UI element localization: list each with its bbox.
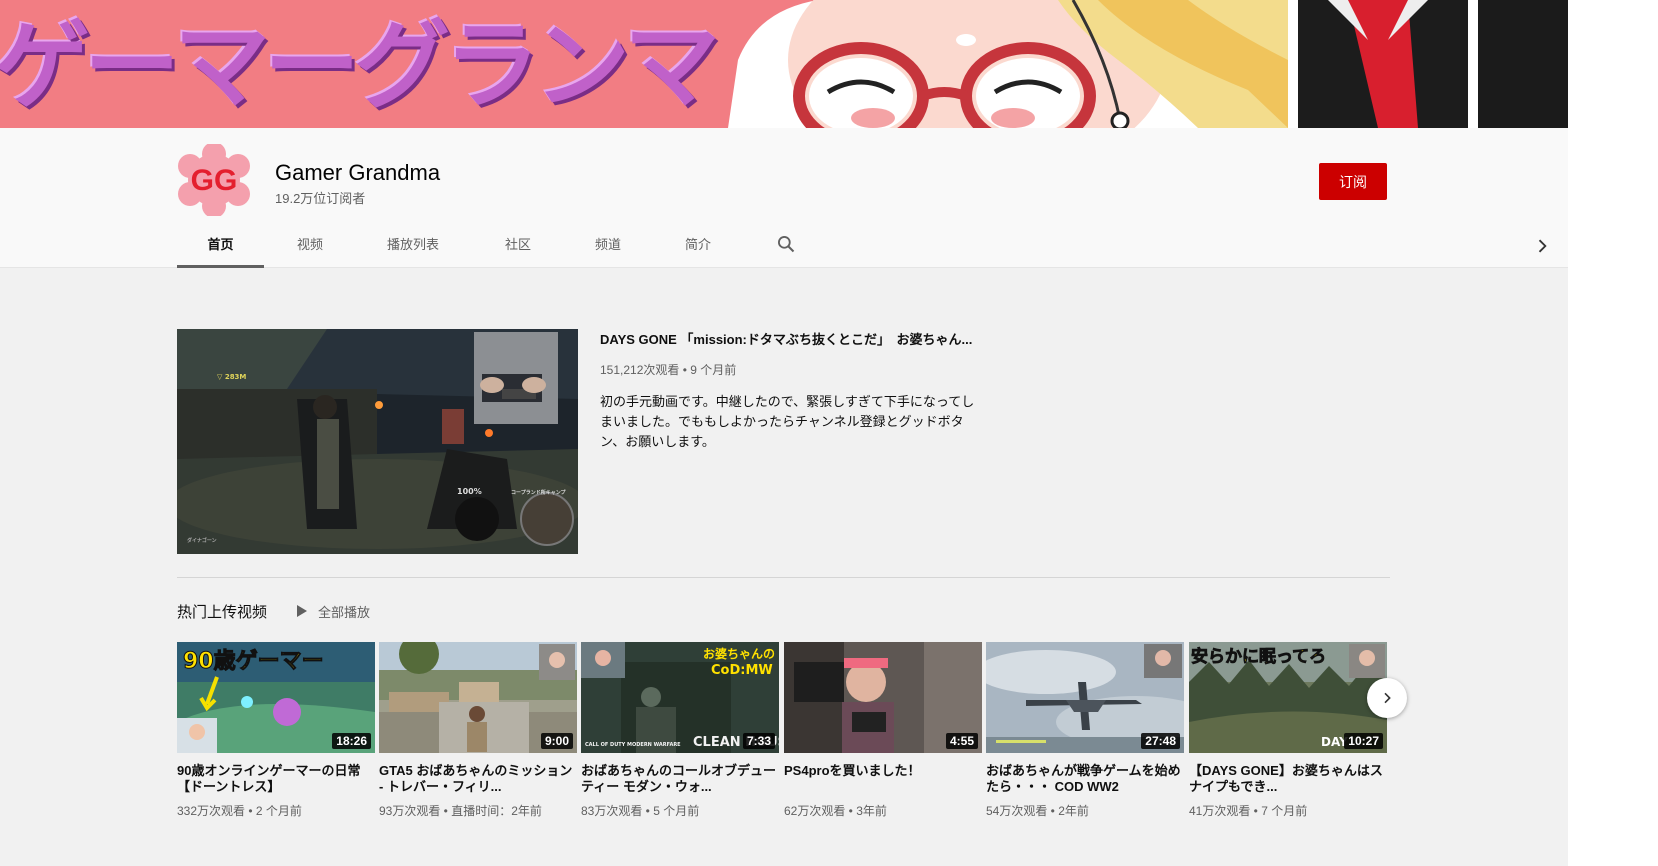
video-card[interactable]: 90歳ゲーマー 18:26 90歳オンラインゲーマーの日常【ドーントレス】 33… <box>177 642 375 819</box>
play-all-button[interactable]: 全部播放 <box>296 601 370 621</box>
video-meta: 54万次观看 • 2年前 <box>986 804 1089 818</box>
video-duration: 9:00 <box>540 733 573 749</box>
avatar[interactable]: GG <box>178 144 250 216</box>
featured-video-meta: 151,212次观看 • 9 个月前 <box>600 363 737 377</box>
chevron-right-icon <box>1384 692 1391 704</box>
tab-playlists[interactable]: 播放列表 <box>373 220 453 267</box>
banner-title: ゲーマーグランマ <box>0 10 720 122</box>
play-all-label: 全部播放 <box>318 604 371 620</box>
video-title[interactable]: PS4proを買いました！ <box>784 763 982 795</box>
video-meta: 62万次观看 • 3年前 <box>784 804 887 818</box>
featured-thumbnail-image: ▽ 283M 100% コープランド所キャンプ ダイナゴーン <box>177 329 578 554</box>
video-card[interactable]: お婆ちゃんの CoD:MW CLEAN HOUSE CALL OF DUTY M… <box>581 642 779 819</box>
video-meta: 83万次观看 • 5 个月前 <box>581 804 700 818</box>
chevron-right-icon[interactable] <box>1532 236 1552 256</box>
svg-text:コープランド所キャンプ: コープランド所キャンプ <box>511 489 567 496</box>
video-card[interactable]: 4:55 PS4proを買いました！ 62万次观看 • 3年前 <box>784 642 982 819</box>
channel-banner: ゲーマーグランマ <box>0 0 1568 128</box>
video-meta: 41万次观看 • 7 个月前 <box>1189 804 1308 818</box>
tab-videos[interactable]: 视频 <box>275 220 345 267</box>
play-icon <box>297 605 307 617</box>
channel-name[interactable]: Gamer Grandma <box>275 160 440 186</box>
section-divider <box>177 577 1390 578</box>
tab-about[interactable]: 简介 <box>663 220 733 267</box>
svg-text:お婆ちゃんの: お婆ちゃんの <box>703 646 775 661</box>
shelf-next-button[interactable] <box>1367 678 1407 718</box>
tab-home[interactable]: 首页 <box>177 220 264 267</box>
svg-text:90歳ゲーマー: 90歳ゲーマー <box>183 649 324 674</box>
tab-community[interactable]: 社区 <box>483 220 553 267</box>
svg-text:CALL OF DUTY MODERN WARFARE: CALL OF DUTY MODERN WARFARE <box>585 742 681 748</box>
video-card[interactable]: 9:00 GTA5 おばあちゃんのミッション - トレバー・フィリ... 93万… <box>379 642 577 819</box>
svg-text:ダイナゴーン: ダイナゴーン <box>187 537 217 544</box>
video-thumbnail[interactable]: 90歳ゲーマー 18:26 <box>177 642 375 753</box>
video-title[interactable]: 90歳オンラインゲーマーの日常【ドーントレス】 <box>177 763 375 795</box>
video-duration: 18:26 <box>332 733 371 749</box>
tab-channels[interactable]: 频道 <box>573 220 643 267</box>
banner-grandma-illustration <box>728 0 1568 128</box>
video-card[interactable]: 27:48 おばあちゃんが戦争ゲームを始めたら・・・ COD WW2 54万次观… <box>986 642 1184 819</box>
video-thumbnail[interactable]: 27:48 <box>986 642 1184 753</box>
shelf-title[interactable]: 热门上传视频 <box>177 601 267 622</box>
video-title[interactable]: おばあちゃんが戦争ゲームを始めたら・・・ COD WW2 <box>986 763 1184 795</box>
featured-video-thumbnail[interactable]: ▽ 283M 100% コープランド所キャンプ ダイナゴーン <box>177 329 578 554</box>
video-meta: 93万次观看 • 直播时间：2年前 <box>379 804 542 818</box>
video-thumbnail[interactable]: 安らかに眠ってろ DAY 10:27 <box>1189 642 1387 753</box>
subscribe-button[interactable]: 订阅 <box>1319 163 1387 200</box>
featured-video-description: 初の手元動画です。中継したので、緊張しすぎて下手になってしまいました。でももしよ… <box>600 394 975 449</box>
avatar-text: GG <box>191 164 238 197</box>
video-title[interactable]: GTA5 おばあちゃんのミッション - トレバー・フィリ... <box>379 763 577 795</box>
video-duration: 27:48 <box>1141 733 1180 749</box>
active-tab-indicator <box>177 265 264 268</box>
svg-text:▽ 283M: ▽ 283M <box>217 373 246 381</box>
subscriber-count: 19.2万位订阅者 <box>275 191 366 206</box>
video-duration: 7:33 <box>742 733 775 749</box>
video-card[interactable]: 安らかに眠ってろ DAY 10:27 【DAYS GONE】お婆ちゃんはスナイプ… <box>1189 642 1387 819</box>
svg-text:CoD:MW: CoD:MW <box>711 663 773 678</box>
video-duration: 10:27 <box>1344 733 1383 749</box>
featured-video-title[interactable]: DAYS GONE 「mission:ドタマぶち抜くとこだ」 お婆ちゃん... <box>600 329 980 348</box>
video-thumbnail[interactable]: お婆ちゃんの CoD:MW CLEAN HOUSE CALL OF DUTY M… <box>581 642 779 753</box>
video-title[interactable]: 【DAYS GONE】お婆ちゃんはスナイプもでき... <box>1189 763 1387 795</box>
video-meta: 332万次观看 • 2 个月前 <box>177 804 302 818</box>
right-gutter <box>1568 0 1658 866</box>
video-duration: 4:55 <box>945 733 978 749</box>
video-title[interactable]: おばあちゃんのコールオブデューティー モダン・ウォ... <box>581 763 779 795</box>
channel-header: GG Gamer Grandma 19.2万位订阅者 订阅 首页 视频 播放列表… <box>0 128 1568 268</box>
video-thumbnail[interactable]: 4:55 <box>784 642 982 753</box>
svg-text:100%: 100% <box>457 487 482 496</box>
video-thumbnail[interactable]: 9:00 <box>379 642 577 753</box>
search-icon[interactable] <box>776 234 796 254</box>
svg-text:安らかに眠ってろ: 安らかに眠ってろ <box>1191 646 1326 667</box>
